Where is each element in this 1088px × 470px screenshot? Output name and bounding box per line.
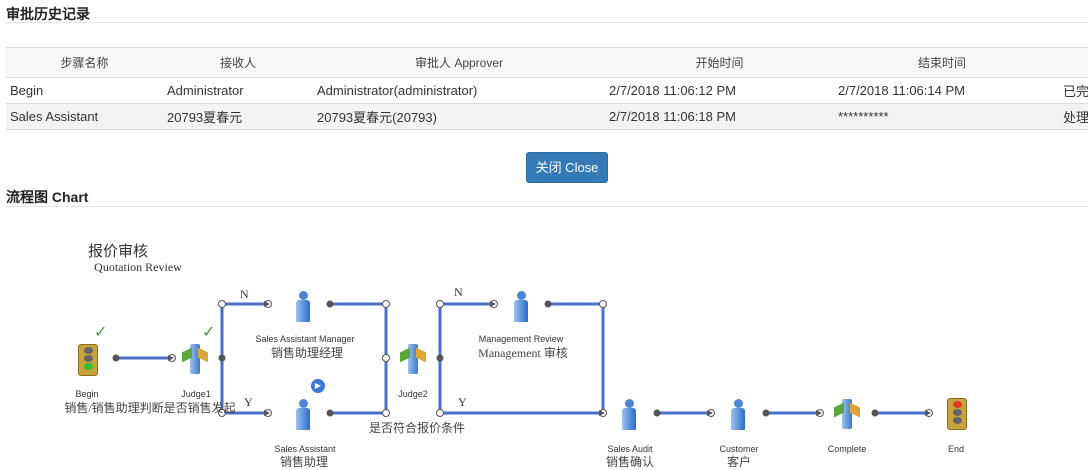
node-judge2-sublabel: 是否符合报价条件 — [368, 421, 466, 435]
person-icon[interactable] — [296, 399, 310, 431]
node-begin-label: Begin — [75, 389, 99, 399]
node-begin-sublabel: 销售/销售助理判断是否销售发起 — [64, 401, 236, 415]
node-end-label: End — [947, 444, 965, 454]
history-table: 步骤名称 接收人 审批人 Approver 开始时间 结束时间 状 Begin … — [6, 47, 1088, 130]
table-row: Sales Assistant 20793夏春元 20793夏春元(20793)… — [6, 103, 1088, 130]
branch-y-label: Y — [458, 395, 467, 409]
table-header: 步骤名称 接收人 审批人 Approver 开始时间 结束时间 状 — [6, 47, 1088, 78]
divider — [6, 22, 1088, 23]
person-icon[interactable] — [296, 291, 310, 323]
cell-start: 2/7/2018 11:06:12 PM — [605, 77, 834, 104]
col-status: 状 — [1050, 47, 1088, 78]
node-judge1-label: Judge1 — [181, 389, 211, 399]
col-approver: 审批人 Approver — [313, 47, 605, 78]
col-step: 步骤名称 — [6, 47, 163, 78]
diagram-title-zh: 报价审核 — [87, 244, 149, 260]
col-start: 开始时间 — [605, 47, 834, 78]
cell-status: 处理中 — [1050, 103, 1088, 130]
person-icon[interactable] — [731, 399, 745, 431]
traffic-light-icon[interactable] — [947, 398, 967, 430]
diagram-title-en: Quotation Review — [94, 260, 182, 274]
cell-step: Sales Assistant — [6, 103, 163, 130]
cell-end: ********** — [834, 103, 1050, 130]
cell-start: 2/7/2018 11:06:18 PM — [605, 103, 834, 130]
node-mr-sublabel: Management 审核 — [478, 346, 568, 360]
cell-end: 2/7/2018 11:06:14 PM — [834, 77, 1050, 104]
node-judge2-label: Judge2 — [398, 389, 428, 399]
node-sam-label: Sales Assistant Manager — [255, 334, 355, 344]
cell-step: Begin — [6, 77, 163, 104]
branch-n-label: N — [240, 287, 249, 301]
cell-status: 已完成 — [1050, 77, 1088, 104]
close-button[interactable]: 关闭 Close — [526, 152, 608, 183]
branch-y-label: Y — [244, 395, 253, 409]
table-row: Begin Administrator Administrator(admini… — [6, 77, 1088, 104]
traffic-light-icon[interactable] — [78, 344, 98, 376]
chart-title: 流程图 Chart — [6, 189, 89, 205]
col-end: 结束时间 — [834, 47, 1050, 78]
check-icon: ✓ — [94, 324, 108, 341]
node-complete-label: Complete — [827, 444, 867, 454]
cell-receiver: Administrator — [163, 77, 313, 104]
play-icon[interactable]: ▶ — [311, 379, 325, 393]
col-receiver: 接收人 — [163, 47, 313, 78]
check-icon: ✓ — [202, 324, 216, 341]
node-sam-sublabel: 销售助理经理 — [270, 346, 344, 360]
history-title: 审批历史记录 — [6, 6, 90, 22]
cell-receiver: 20793夏春元 — [163, 103, 313, 130]
decision-icon[interactable] — [182, 344, 208, 374]
node-mr-label: Management Review — [478, 334, 564, 344]
cell-approver: Administrator(administrator) — [313, 77, 605, 104]
cell-approver: 20793夏春元(20793) — [313, 103, 605, 130]
decision-icon[interactable] — [834, 399, 860, 429]
flow-diagram: 报价审核 Quotation Review ✓ Begin 销售/销售助理判断是… — [0, 207, 1088, 469]
branch-n-label: N — [454, 285, 463, 299]
person-icon[interactable] — [622, 399, 636, 431]
decision-icon[interactable] — [400, 344, 426, 374]
person-icon[interactable] — [514, 291, 528, 323]
